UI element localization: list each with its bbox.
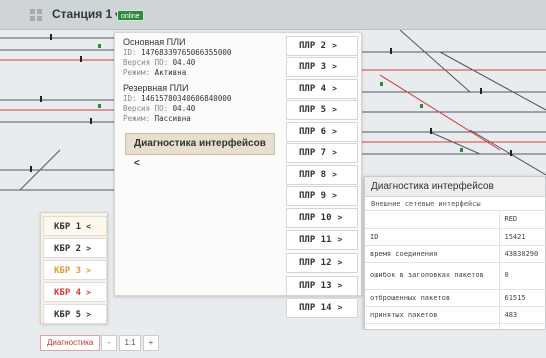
plr-item[interactable]: ПЛР 14 > bbox=[286, 298, 358, 318]
reserve-pli-id: 146157803406068400​00 bbox=[141, 94, 232, 103]
row-value: 43830290 bbox=[498, 245, 545, 263]
diagnostics-table: RED ID 15421 время соединения 43830290 ошибо… bbox=[365, 211, 545, 329]
chevron-right-icon: > bbox=[332, 127, 337, 136]
kbr-item[interactable]: КБР 4 > bbox=[43, 282, 107, 302]
diagnostics-subtitle: Внешние сетевые интерфейсы bbox=[365, 197, 545, 211]
zoom-in-button[interactable]: + bbox=[143, 335, 159, 351]
column-header: RED bbox=[498, 211, 545, 229]
main-pli-version: 04.40 bbox=[172, 58, 196, 67]
chevron-left-icon: < bbox=[86, 222, 91, 231]
kbr-list: КБР 1 < КБР 2 > КБР 3 > КБР 4 > КБР 5 > bbox=[40, 212, 108, 324]
row-value: 61515 bbox=[498, 289, 545, 307]
chevron-right-icon: > bbox=[332, 41, 337, 50]
main-pli-id: 147683397650663550​00 bbox=[141, 48, 232, 57]
kbr-item[interactable]: КБР 2 > bbox=[43, 238, 107, 258]
chevron-right-icon: > bbox=[332, 84, 337, 93]
kbr-item[interactable]: КБР 3 > bbox=[43, 260, 107, 280]
plr-item[interactable]: ПЛР 5 > bbox=[286, 100, 358, 120]
chevron-right-icon: > bbox=[332, 170, 337, 179]
chevron-right-icon: > bbox=[86, 266, 91, 275]
chevron-right-icon: > bbox=[337, 281, 343, 290]
main-pli-mode: Активна bbox=[154, 68, 187, 77]
status-badge: online bbox=[117, 10, 144, 21]
reserve-pli-info: Резервная ПЛИ ID: 146157803406068400​00 … bbox=[123, 83, 283, 124]
row-label: время соединения bbox=[365, 245, 499, 263]
main-pli-info: Основная ПЛИ ID: 147683397650663550​00 В… bbox=[123, 37, 283, 78]
grid-menu-icon[interactable] bbox=[30, 9, 42, 21]
plr-item[interactable]: ПЛР 12 > bbox=[286, 253, 358, 273]
interface-diagnostics-button[interactable]: Диагностика интерфейсов < bbox=[125, 133, 275, 169]
row-label: ошибок в заголовках пакетов bbox=[365, 262, 499, 290]
table-header-row: RED bbox=[365, 211, 545, 229]
chevron-right-icon: > bbox=[332, 62, 337, 71]
plr-item[interactable]: ПЛР 6 > bbox=[286, 122, 358, 142]
reserve-pli-version: 04.40 bbox=[172, 104, 196, 113]
zoom-out-button[interactable]: - bbox=[101, 335, 117, 351]
row-label: отброшенных пакетов bbox=[365, 289, 499, 307]
table-row: принятых пакетов 483 bbox=[365, 306, 545, 324]
kbr-item[interactable]: КБР 1 < bbox=[43, 216, 107, 236]
chevron-right-icon: > bbox=[332, 148, 337, 157]
chevron-right-icon: > bbox=[332, 105, 337, 114]
table-row: отброшенных пакетов 61515 bbox=[365, 289, 545, 307]
diagnostics-tab[interactable]: Диагностика bbox=[40, 335, 101, 351]
kbr-item[interactable]: КБР 5 > bbox=[43, 304, 107, 324]
chevron-right-icon: > bbox=[337, 235, 343, 244]
chevron-right-icon: > bbox=[332, 191, 337, 200]
table-row: прочих ошибок приема0 bbox=[365, 323, 545, 329]
plr-item[interactable]: ПЛР 2 > bbox=[286, 36, 358, 56]
table-row: время соединения 43830290 bbox=[365, 245, 545, 263]
reserve-pli-title: Резервная ПЛИ bbox=[123, 83, 189, 93]
plr-item[interactable]: ПЛР 13 > bbox=[286, 276, 358, 296]
plr-item[interactable]: ПЛР 9 > bbox=[286, 186, 358, 206]
plr-item[interactable]: ПЛР 10 > bbox=[286, 208, 358, 228]
chevron-left-icon: < bbox=[134, 158, 140, 169]
reserve-pli-mode: Пассивна bbox=[154, 114, 191, 123]
bottom-bar: Диагностика - 1:1 + bbox=[0, 330, 546, 358]
station-label: Станция 1 bbox=[52, 7, 113, 21]
diagnostics-window: Диагностика интерфейсов Внешние сетевые … bbox=[364, 176, 546, 330]
chevron-right-icon: > bbox=[337, 303, 343, 312]
main-pli-title: Основная ПЛИ bbox=[123, 37, 186, 47]
row-value: 0 bbox=[498, 262, 545, 290]
chevron-right-icon: > bbox=[337, 213, 343, 222]
row-value: 0 bbox=[498, 323, 545, 329]
chevron-right-icon: > bbox=[86, 288, 91, 297]
diagnostics-window-title[interactable]: Диагностика интерфейсов bbox=[365, 177, 545, 197]
row-label: принятых пакетов bbox=[365, 306, 499, 324]
plr-item[interactable]: ПЛР 11 > bbox=[286, 230, 358, 250]
table-row: ID 15421 bbox=[365, 228, 545, 246]
row-label: прочих ошибок приема bbox=[365, 323, 499, 329]
row-value: 15421 bbox=[498, 228, 545, 246]
top-bar: Станция 1▾ online bbox=[0, 0, 546, 30]
plr-item[interactable]: ПЛР 8 > bbox=[286, 165, 358, 185]
chevron-right-icon: > bbox=[86, 310, 91, 319]
plr-item[interactable]: ПЛР 7 > bbox=[286, 143, 358, 163]
zoom-level[interactable]: 1:1 bbox=[119, 335, 141, 351]
station-selector[interactable]: Станция 1▾ bbox=[52, 7, 120, 21]
row-label: ID bbox=[365, 228, 499, 246]
plr-item[interactable]: ПЛР 4 > bbox=[286, 79, 358, 99]
plr-item[interactable]: ПЛР 3 > bbox=[286, 57, 358, 77]
chevron-right-icon: > bbox=[86, 244, 91, 253]
chevron-right-icon: > bbox=[337, 258, 343, 267]
table-row: ошибок в заголовках пакетов 0 bbox=[365, 262, 545, 290]
row-value: 483 bbox=[498, 306, 545, 324]
